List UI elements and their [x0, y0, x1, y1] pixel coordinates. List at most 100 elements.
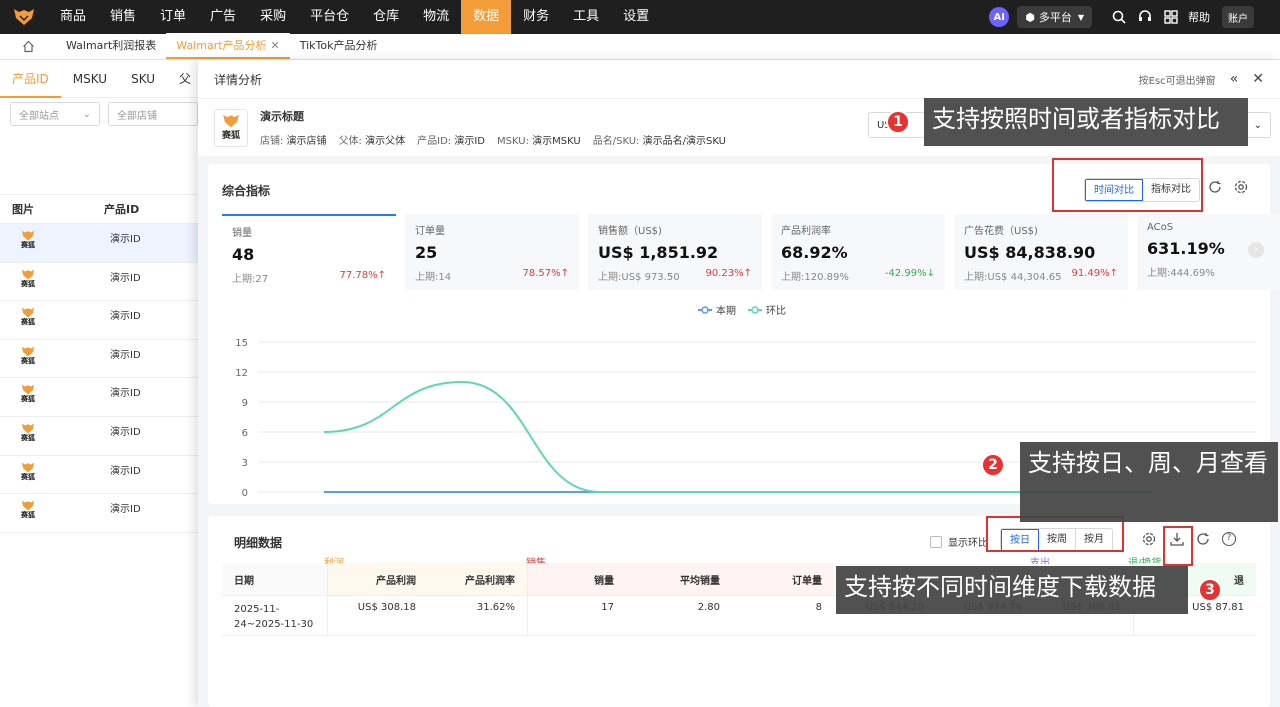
col-profit[interactable]: 产品利润: [328, 563, 428, 595]
drawer-actions: 按Esc可退出弹窗 « ✕: [1139, 71, 1264, 87]
metric-scroll-right-icon[interactable]: ›: [1248, 242, 1264, 258]
list-item[interactable]: 赛狐 演示ID: [0, 417, 208, 456]
col-date[interactable]: 日期: [222, 563, 328, 595]
tab-walmart-profit[interactable]: Walmart利润报表: [56, 33, 166, 59]
search-icon[interactable]: [1106, 0, 1132, 34]
metric-previous: 上期:120.89%: [781, 272, 849, 283]
tab-product-id[interactable]: 产品ID: [0, 60, 61, 98]
nav-item-data[interactable]: 数据: [461, 0, 512, 34]
help-circle-icon[interactable]: ?: [1222, 532, 1236, 546]
drawer-header: 详情分析 按Esc可退出弹窗 « ✕: [198, 60, 1280, 98]
ai-icon[interactable]: AI: [989, 7, 1010, 27]
col-profit-rate[interactable]: 产品利润率: [428, 563, 528, 595]
nav-item-platform-warehouse[interactable]: 平台仓: [298, 0, 361, 34]
cell-profit-rate: 31.62%: [428, 596, 528, 635]
nav-item-finance[interactable]: 财务: [511, 0, 561, 34]
show-ring-checkbox[interactable]: 显示环比: [930, 534, 988, 549]
list-item[interactable]: 赛狐 演示ID: [0, 494, 208, 533]
store-select[interactable]: 全部店铺: [108, 102, 198, 126]
dimension-tabs: 产品ID MSKU SKU 父: [0, 60, 208, 98]
y-tick-label: 9: [242, 398, 248, 409]
nav-item-purchase[interactable]: 采购: [248, 0, 298, 34]
product-list-pane: 产品ID MSKU SKU 父 全部站点 ⌄ 全部店铺 图片 产品ID 赛狐 演示I…: [0, 60, 208, 707]
metric-label: 产品利润率: [781, 226, 831, 237]
col-orders[interactable]: 订单量: [732, 563, 834, 595]
nav-item-orders[interactable]: 订单: [148, 0, 198, 34]
metric-label: 订单量: [415, 226, 445, 237]
metric-value: US$ 84,838.90: [964, 243, 1096, 262]
collapse-icon[interactable]: «: [1230, 71, 1239, 87]
platform-select[interactable]: ⬢ 多平台 ▼: [1017, 6, 1092, 28]
cell-date: 2025-11-24~2025-11-30: [222, 596, 328, 635]
close-icon[interactable]: ✕: [1252, 71, 1264, 87]
list-item[interactable]: 赛狐 演示ID: [0, 263, 208, 302]
tab-msku[interactable]: MSKU: [61, 60, 119, 98]
legend-label: 环比: [766, 305, 786, 317]
meta-value: 演示父体: [365, 136, 406, 147]
product-meta-item: 产品ID: 演示ID: [417, 132, 485, 147]
refresh-icon[interactable]: [1208, 180, 1222, 197]
tab-tiktok-product[interactable]: TikTok产品分析: [290, 33, 388, 59]
nav-item-warehouse[interactable]: 仓库: [361, 0, 411, 34]
thumbnail-text: 赛狐: [21, 433, 35, 442]
product-thumbnail: 赛狐: [16, 307, 40, 333]
metric-card[interactable]: 产品利润率 68.92% 上期:120.89% -42.99%↓: [771, 214, 945, 290]
tab-walmart-product[interactable]: Walmart产品分析 ✕: [166, 33, 290, 59]
site-select[interactable]: 全部站点 ⌄: [10, 102, 100, 126]
product-id: 演示ID: [110, 504, 141, 516]
settings-gear-icon[interactable]: [1234, 180, 1248, 197]
callout-3-marker: 3: [1198, 578, 1222, 602]
settings-gear-icon[interactable]: [1142, 532, 1156, 549]
fox-logo-icon: [21, 346, 35, 357]
metric-card[interactable]: 销售额（US$) US$ 1,851.92 上期:US$ 973.50 90.23%↑: [588, 214, 762, 290]
top-right-tools: AI ⬢ 多平台 ▼ 帮助 账户: [989, 0, 1280, 34]
chevron-down-icon: ⌄: [1253, 119, 1262, 131]
callout-3: 支持按不同时间维度下载数据: [836, 566, 1188, 614]
metric-value: 68.92%: [781, 243, 848, 262]
metric-previous: 上期:14: [415, 272, 452, 283]
fox-logo-icon: [21, 269, 35, 279]
nav-item-sales[interactable]: 销售: [98, 0, 148, 34]
nav-item-goods[interactable]: 商品: [48, 0, 98, 34]
list-item[interactable]: 赛狐 演示ID: [0, 340, 208, 379]
headset-icon[interactable]: [1132, 0, 1158, 34]
thumbnail-text: 赛狐: [21, 511, 35, 520]
metric-card[interactable]: 销量 48 上期:27 77.78%↑: [222, 214, 396, 290]
product-id: 演示ID: [110, 311, 141, 323]
col-qty[interactable]: 销量: [528, 563, 626, 595]
tab-sku[interactable]: SKU: [119, 60, 167, 98]
nav-item-logistics[interactable]: 物流: [411, 0, 461, 34]
nav-item-settings[interactable]: 设置: [611, 0, 661, 34]
refresh-icon[interactable]: [1196, 532, 1210, 549]
y-tick-label: 0: [242, 488, 248, 499]
list-item[interactable]: 赛狐 演示ID: [0, 456, 208, 495]
nav-item-ads[interactable]: 广告: [198, 0, 248, 34]
apps-grid-icon[interactable]: [1158, 0, 1184, 34]
meta-key: 品名/SKU:: [592, 136, 640, 147]
home-tab[interactable]: [0, 33, 56, 59]
metric-card[interactable]: 订单量 25 上期:14 78.57%↑: [405, 214, 579, 290]
cell-qty: 17: [601, 602, 614, 613]
product-thumbnail: 赛狐: [16, 462, 40, 488]
help-link[interactable]: 帮助: [1188, 9, 1210, 25]
chevron-down-icon: ⌄: [82, 108, 91, 120]
list-item[interactable]: 赛狐 演示ID: [0, 224, 208, 263]
metric-previous: 上期:444.69%: [1147, 268, 1215, 279]
list-item[interactable]: 赛狐 演示ID: [0, 301, 208, 340]
y-tick-label: 12: [235, 368, 248, 379]
nav-item-tools[interactable]: 工具: [561, 0, 611, 34]
product-thumbnail: 赛狐: [214, 108, 248, 147]
col-avg-qty[interactable]: 平均销量: [626, 563, 732, 595]
account-menu[interactable]: 账户: [1222, 6, 1254, 28]
close-icon[interactable]: ✕: [271, 39, 280, 52]
metric-card[interactable]: 广告花费（US$) US$ 84,838.90 上期:US$ 44,304.65 91…: [954, 214, 1128, 290]
product-logo-text: 赛狐: [221, 131, 240, 141]
y-tick-label: 15: [235, 338, 248, 349]
metric-previous: 上期:US$ 44,304.65: [964, 272, 1062, 283]
col-product-id: 产品ID: [104, 203, 140, 216]
list-item[interactable]: 赛狐 演示ID: [0, 378, 208, 417]
fox-logo-icon: [21, 307, 35, 318]
esc-hint: 按Esc可退出弹窗: [1138, 75, 1216, 87]
site-select-value: 全部站点: [19, 110, 59, 122]
app-logo[interactable]: [0, 0, 48, 34]
